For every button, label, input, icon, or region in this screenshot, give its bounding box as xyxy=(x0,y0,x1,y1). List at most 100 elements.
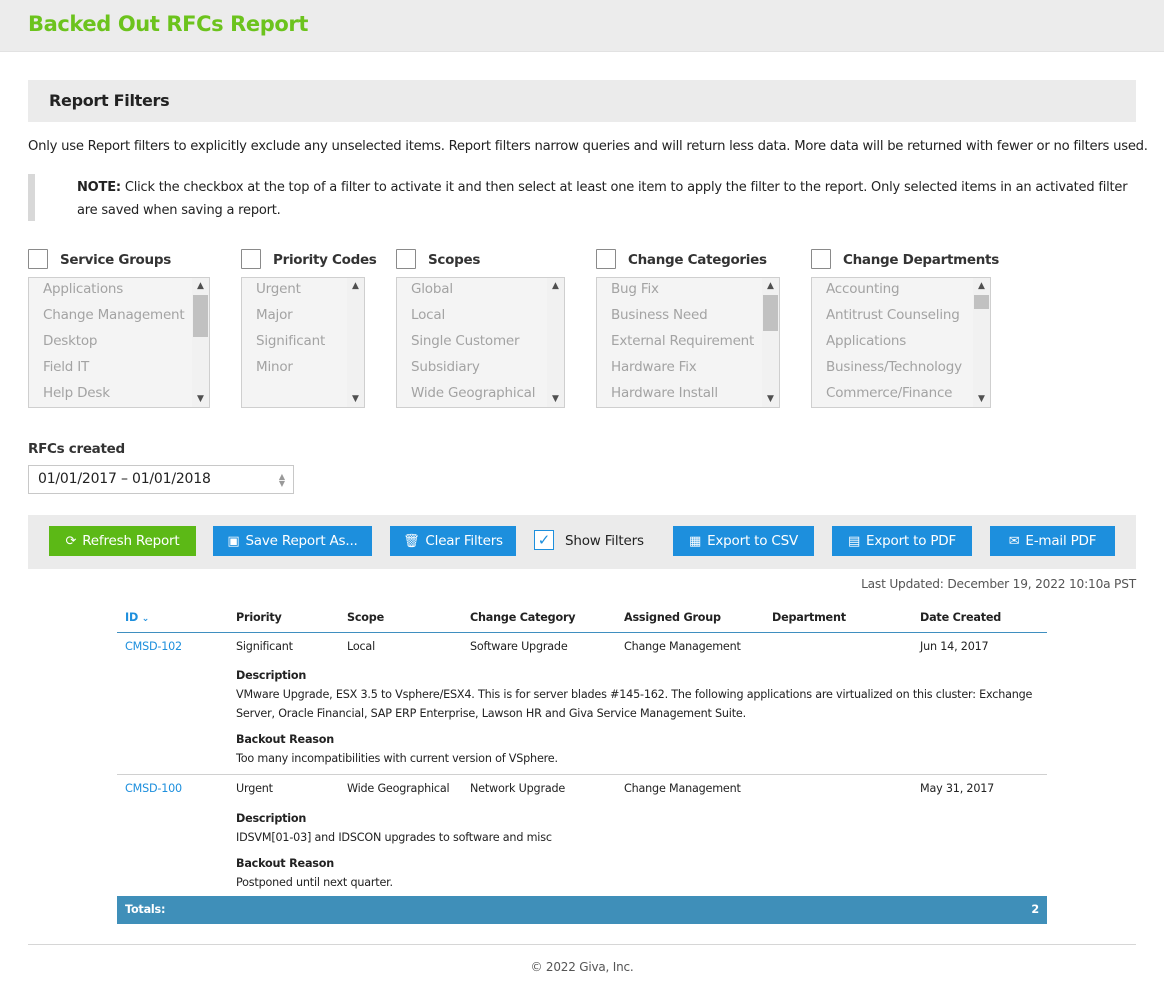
description-label: Description xyxy=(236,669,307,682)
scroll-up-icon[interactable]: ▲ xyxy=(547,279,564,293)
column-header-change-category[interactable]: Change Category xyxy=(462,603,616,633)
list-item[interactable]: Local xyxy=(397,302,564,328)
list-item[interactable]: Business Need xyxy=(597,302,779,328)
list-item[interactable]: Antitrust Counseling xyxy=(812,302,990,328)
filter-service-groups-label: Service Groups xyxy=(60,252,171,268)
scroll-down-icon[interactable]: ▼ xyxy=(347,392,364,406)
rfcs-created-label: RFCs created xyxy=(28,441,125,457)
scroll-thumb[interactable] xyxy=(974,295,989,309)
table-cell-category: Software Upgrade xyxy=(470,639,568,653)
column-header-assigned-group[interactable]: Assigned Group xyxy=(616,603,764,633)
scroll-up-icon[interactable]: ▲ xyxy=(762,279,779,293)
column-header-priority[interactable]: Priority xyxy=(228,603,339,633)
description-text: IDSVM[01-03] and IDSCON upgrades to soft… xyxy=(236,830,552,844)
list-item[interactable]: Commerce/Finance xyxy=(812,380,990,406)
clear-filters-button[interactable]: 🗑 Clear Filters xyxy=(390,526,516,556)
export-csv-button[interactable]: ▦ Export to CSV xyxy=(673,526,814,556)
show-filters-checkbox[interactable]: ✓ xyxy=(534,530,554,550)
filter-change-departments-list[interactable]: Accounting Antitrust Counseling Applicat… xyxy=(811,277,991,408)
backout-reason-label: Backout Reason xyxy=(236,733,335,746)
totals-label: Totals: xyxy=(117,895,912,924)
scroll-thumb[interactable] xyxy=(763,295,778,331)
email-pdf-button[interactable]: ✉ E-mail PDF xyxy=(990,526,1115,556)
column-header-id[interactable]: ID ⌄ xyxy=(117,603,228,633)
list-item[interactable]: Business/Technology xyxy=(812,354,990,380)
list-item[interactable]: Applications xyxy=(812,328,990,354)
scroll-up-icon[interactable]: ▲ xyxy=(973,279,990,293)
report-toolbar: ⟳ Refresh Report ▣ Save Report As... 🗑 Clea… xyxy=(28,515,1136,569)
table-icon: ▦ xyxy=(688,534,702,549)
scrollbar[interactable]: ▲ ▼ xyxy=(547,278,564,407)
list-item[interactable]: External Requirement xyxy=(597,328,779,354)
list-item[interactable]: Change Management xyxy=(29,302,209,328)
refresh-report-button[interactable]: ⟳ Refresh Report xyxy=(49,526,196,556)
scroll-down-icon[interactable]: ▼ xyxy=(973,392,990,406)
scroll-down-icon[interactable]: ▼ xyxy=(192,392,209,406)
top-bar: Backed Out RFCs Report xyxy=(0,0,1164,52)
page-title: Backed Out RFCs Report xyxy=(28,12,308,36)
scroll-up-icon[interactable]: ▲ xyxy=(347,279,364,293)
save-report-as-button[interactable]: ▣ Save Report As... xyxy=(213,526,372,556)
footer-copyright: © 2022 Giva, Inc. xyxy=(530,960,634,974)
list-item[interactable]: Urgent xyxy=(242,278,364,302)
scroll-down-icon[interactable]: ▼ xyxy=(762,392,779,406)
column-header-department[interactable]: Department xyxy=(764,603,912,633)
list-item[interactable]: Single Customer xyxy=(397,328,564,354)
pdf-file-icon: ▤ xyxy=(847,534,861,549)
rfcs-created-date-range-input[interactable]: 01/01/2017 – 01/01/2018 ▲ ▼ xyxy=(28,465,294,494)
filter-priority-codes-list[interactable]: Urgent Major Significant Minor ▲ ▼ xyxy=(241,277,365,408)
scroll-thumb[interactable] xyxy=(193,295,208,337)
filter-change-departments-checkbox[interactable] xyxy=(811,249,831,269)
list-item[interactable]: Help Desk xyxy=(29,380,209,406)
totals-value: 2 xyxy=(912,895,1047,924)
filter-service-groups-list[interactable]: Applications Change Management Desktop F… xyxy=(28,277,210,408)
list-item[interactable]: Global xyxy=(397,278,564,302)
scrollbar[interactable]: ▲ ▼ xyxy=(192,278,209,407)
list-item[interactable]: Subsidiary xyxy=(397,354,564,380)
note-text: Click the checkbox at the top of a filte… xyxy=(77,180,1128,218)
filter-scopes-list[interactable]: Global Local Single Customer Subsidiary … xyxy=(396,277,565,408)
list-item[interactable]: Hardware Fix xyxy=(597,354,779,380)
filter-scopes-checkbox[interactable] xyxy=(396,249,416,269)
export-pdf-button[interactable]: ▤ Export to PDF xyxy=(832,526,972,556)
spinner-icon[interactable]: ▲ ▼ xyxy=(277,473,287,488)
list-item[interactable]: Major xyxy=(242,302,364,328)
floppy-disk-icon: ▣ xyxy=(227,534,240,549)
filter-service-groups-checkbox[interactable] xyxy=(28,249,48,269)
description-text: VMware Upgrade, ESX 3.5 to Vsphere/ESX4.… xyxy=(236,688,1033,720)
scrollbar[interactable]: ▲ ▼ xyxy=(973,278,990,407)
filter-change-categories-list[interactable]: Bug Fix Business Need External Requireme… xyxy=(596,277,780,408)
scroll-up-icon[interactable]: ▲ xyxy=(192,279,209,293)
list-item[interactable]: Minor xyxy=(242,354,364,380)
table-detail-row: Description IDSVM[01-03] and IDSCON upgr… xyxy=(117,804,1047,896)
filter-change-categories-checkbox[interactable] xyxy=(596,249,616,269)
list-item[interactable]: Bug Fix xyxy=(597,278,779,302)
table-cell-scope: Wide Geographical xyxy=(347,782,450,795)
list-item[interactable]: Desktop xyxy=(29,328,209,354)
list-item[interactable]: Significant xyxy=(242,328,364,354)
report-filters-header: Report Filters xyxy=(28,80,1136,122)
rfc-id-link[interactable]: CMSD-100 xyxy=(117,775,228,804)
backout-reason-text: Too many incompatibilities with current … xyxy=(236,752,558,765)
date-range-value: 01/01/2017 – 01/01/2018 xyxy=(38,471,211,487)
report-table: ID ⌄ Priority Scope Change Category Assi… xyxy=(117,603,1047,924)
list-item[interactable]: Applications xyxy=(29,278,209,302)
table-row: CMSD-100 Urgent Wide Geographical Networ… xyxy=(117,775,1047,804)
table-cell-group: Change Management xyxy=(624,639,741,653)
column-header-date-created[interactable]: Date Created xyxy=(912,603,1047,633)
list-item[interactable]: Wide Geographical xyxy=(397,380,564,406)
table-cell-scope: Local xyxy=(347,639,375,653)
filters-intro-text: Only use Report filters to explicitly ex… xyxy=(28,139,1148,154)
rfc-id-link[interactable]: CMSD-102 xyxy=(117,632,228,661)
scrollbar[interactable]: ▲ ▼ xyxy=(762,278,779,407)
list-item[interactable]: Accounting xyxy=(812,278,990,302)
filter-priority-codes-checkbox[interactable] xyxy=(241,249,261,269)
show-filters-label: Show Filters xyxy=(565,533,644,549)
column-header-scope[interactable]: Scope xyxy=(339,603,462,633)
scrollbar[interactable]: ▲ ▼ xyxy=(347,278,364,407)
list-item[interactable]: Field IT xyxy=(29,354,209,380)
scroll-down-icon[interactable]: ▼ xyxy=(547,392,564,406)
filter-priority-codes-label: Priority Codes xyxy=(273,252,377,268)
backout-reason-label: Backout Reason xyxy=(236,856,335,870)
list-item[interactable]: Hardware Install xyxy=(597,380,779,406)
